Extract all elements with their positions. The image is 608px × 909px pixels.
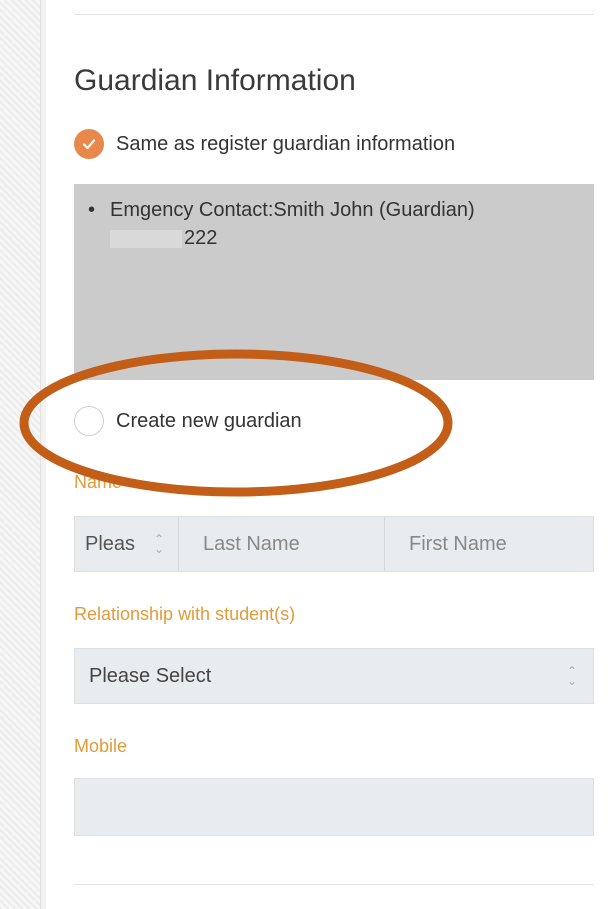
bullet: • [88,199,96,221]
up-down-chevron-icon: ⌃ ⌄ [153,532,164,556]
left-gutter [0,0,41,909]
last-name-input[interactable]: Last Name [179,517,385,571]
relationship-label: Relationship with student(s) [74,604,296,624]
name-title-select[interactable]: Pleas ⌃ ⌄ [75,517,179,571]
relationship-select-value: Please Select [89,664,212,687]
phone-visible-digits: 222 [184,227,218,249]
top-divider [74,14,594,15]
first-name-input[interactable]: First Name [385,517,593,571]
masked-phone-digits [110,229,182,248]
mobile-input[interactable] [74,778,594,836]
radio-unchecked-icon[interactable] [74,406,104,436]
section-title: Guardian Information [74,64,356,97]
same-as-register-label: Same as register guardian information [116,132,456,155]
same-as-register-option[interactable]: Same as register guardian information [74,129,455,159]
create-new-guardian-option[interactable]: Create new guardian [74,406,302,436]
emergency-contact-item: • Emgency Contact:Smith John (Guardian) [88,196,580,224]
check-circle-icon[interactable] [74,129,104,159]
emergency-contact-text: Emgency Contact:Smith John (Guardian) [110,199,475,221]
relationship-select[interactable]: Please Select ⌃ ⌄ [74,648,594,704]
name-input-group: Pleas ⌃ ⌄ Last Name First Name [74,516,594,572]
name-title-value: Pleas [85,532,136,555]
emergency-contact-phone: 222 [110,224,580,252]
mobile-label: Mobile [74,736,128,756]
registered-guardian-info: • Emgency Contact:Smith John (Guardian) … [74,184,594,380]
up-down-chevron-icon: ⌃ ⌄ [566,664,577,688]
create-new-guardian-label: Create new guardian [116,409,302,432]
name-label: Name [74,472,123,492]
bottom-divider [74,884,594,885]
